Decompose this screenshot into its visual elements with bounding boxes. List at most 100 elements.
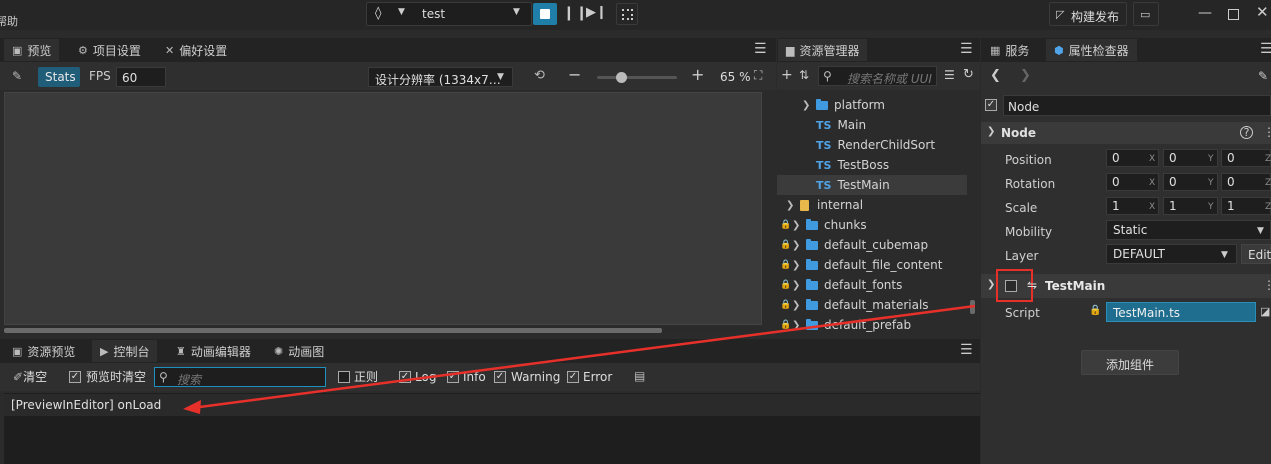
script-locate-icon[interactable]: ◪ — [1260, 306, 1270, 317]
console-menu-icon[interactable]: ☰ — [960, 343, 973, 357]
tree-item-main[interactable]: TS Main — [780, 115, 970, 135]
preview-viewport[interactable] — [4, 92, 762, 325]
chevron-down-icon[interactable]: ▼ — [398, 8, 405, 17]
zoom-in-icon[interactable]: + — [691, 67, 704, 83]
qrcode-button[interactable] — [616, 3, 638, 25]
chevron-right-icon[interactable]: ❯ — [792, 300, 806, 311]
tab-asset-preview[interactable]: ▣ 资源预览 — [4, 340, 83, 362]
warning-filter-checkbox[interactable]: ✓ — [494, 371, 506, 383]
water-drop-icon[interactable]: ◊ — [375, 7, 381, 20]
menu-help[interactable]: 帮助 — [0, 16, 18, 27]
chevron-right-icon[interactable]: ❯ — [792, 280, 806, 291]
assets-search-input[interactable]: ⚲ 搜索名称或 UUI — [818, 66, 937, 86]
chevron-down-icon[interactable]: ❯ — [987, 127, 995, 137]
folder-button[interactable]: ▭ — [1133, 2, 1159, 26]
chevron-right-icon[interactable]: ❯ — [802, 100, 816, 111]
stats-button[interactable]: Stats — [38, 67, 80, 87]
layer-edit-button[interactable]: Edit — [1241, 244, 1271, 264]
node-active-checkbox[interactable]: ✓ — [985, 99, 997, 111]
pin-icon[interactable]: ✎ — [1258, 70, 1268, 82]
help-icon[interactable]: ? — [1240, 126, 1253, 139]
tab-animation-editor[interactable]: ♜ 动画编辑器 — [168, 340, 259, 362]
edit-icon[interactable]: ✎ — [12, 70, 22, 82]
tab-animation-graph[interactable]: ✺ 动画图 — [266, 340, 332, 362]
minimize-icon[interactable]: — — [1198, 6, 1212, 20]
node-menu-icon[interactable]: ⋮ — [1263, 126, 1271, 138]
tab-project-settings[interactable]: ⚙ 项目设置 — [70, 39, 149, 61]
rotation-z-input[interactable]: 0 — [1221, 173, 1271, 191]
build-button[interactable]: ◸ 构建发布 — [1049, 2, 1127, 26]
step-icon[interactable]: ▶❙ — [586, 6, 607, 19]
chevron-down-icon[interactable]: ❯ — [987, 280, 995, 290]
axis-z-label: Z — [1265, 178, 1271, 188]
clear-on-preview-checkbox[interactable]: ✓ — [69, 371, 81, 383]
mobility-select[interactable]: Static ▼ — [1106, 220, 1271, 240]
add-asset-icon[interactable]: + — [781, 68, 793, 82]
chevron-right-icon[interactable]: ❯ — [792, 320, 806, 331]
fps-input[interactable]: 60 — [116, 67, 166, 87]
tree-item-platform[interactable]: ❯ platform — [780, 95, 970, 115]
stop-button[interactable] — [533, 3, 557, 25]
chevron-right-icon[interactable]: ❯ — [792, 220, 806, 231]
close-icon[interactable]: ✕ — [1256, 5, 1269, 20]
tree-item-internal[interactable]: ❯ internal — [780, 195, 970, 215]
scale-z-input[interactable]: 1 — [1221, 197, 1271, 215]
forward-icon[interactable]: ❯ — [1020, 69, 1031, 82]
tree-item-renderchildsort[interactable]: TS RenderChildSort — [780, 135, 970, 155]
layer-select[interactable]: DEFAULT ▼ — [1106, 244, 1237, 264]
chevron-down-icon[interactable]: ❯ — [786, 200, 800, 211]
zoom-slider[interactable] — [597, 72, 677, 83]
tab-preview[interactable]: ▣ 预览 — [4, 39, 60, 61]
pause-icon[interactable]: ❙❙ — [563, 6, 588, 20]
rotate-device-icon[interactable]: ⟲ — [534, 69, 545, 82]
zoom-slider-thumb[interactable] — [616, 72, 627, 83]
tab-inspector[interactable]: ⬢ 属性检查器 — [1046, 39, 1137, 61]
scene-select-chevron-icon[interactable]: ▼ — [513, 8, 520, 17]
copy-icon[interactable]: ▤ — [634, 370, 645, 382]
preview-menu-icon[interactable]: ☰ — [754, 42, 767, 56]
tab-assets[interactable]: ▆ 资源管理器 — [778, 39, 868, 61]
scene-select[interactable]: test — [422, 8, 445, 20]
console-search-input[interactable]: ⚲ 搜索 — [154, 367, 326, 387]
chevron-right-icon[interactable]: ❯ — [792, 260, 806, 271]
node-name-input[interactable]: Node — [1003, 95, 1271, 116]
folder-icon — [806, 318, 818, 330]
tab-services[interactable]: ▦ 服务 — [982, 39, 1037, 61]
component-title: TestMain — [1045, 279, 1106, 293]
maximize-icon[interactable] — [1228, 9, 1239, 20]
tab-console[interactable]: ▶ 控制台 — [92, 340, 158, 362]
tree-item-default-materials[interactable]: 🔒 ❯ default_materials — [780, 295, 970, 315]
clear-button[interactable]: ✐清空 — [13, 371, 47, 383]
info-filter-checkbox[interactable]: ✓ — [447, 371, 459, 383]
chevron-right-icon[interactable]: ❯ — [792, 240, 806, 251]
add-component-button[interactable]: 添加组件 — [1081, 350, 1179, 375]
error-filter-checkbox[interactable]: ✓ — [567, 371, 579, 383]
tree-item-default-fonts[interactable]: 🔒 ❯ default_fonts — [780, 275, 970, 295]
inspector-menu-icon[interactable]: ☰ — [1260, 42, 1271, 56]
preview-h-scrollbar-thumb[interactable] — [4, 328, 662, 333]
regex-checkbox[interactable] — [338, 371, 350, 383]
collapse-all-icon[interactable]: ☰ — [944, 69, 955, 81]
resolution-select[interactable]: 设计分辨率 (1334x7… ▼ — [368, 67, 513, 87]
tree-item-testmain[interactable]: TS TestMain — [780, 175, 970, 195]
log-filter-checkbox[interactable]: ✓ — [399, 371, 411, 383]
assets-menu-icon[interactable]: ☰ — [960, 42, 973, 56]
back-icon[interactable]: ❮ — [990, 69, 1001, 82]
position-z-input[interactable]: 0 — [1221, 149, 1271, 167]
fit-screen-icon[interactable]: ⛶ — [754, 69, 762, 81]
sort-icon[interactable]: ⇅ — [799, 69, 809, 81]
tree-item-default-prefab[interactable]: 🔒 ❯ default_prefab — [780, 315, 970, 335]
component-menu-icon[interactable]: ⋮ — [1263, 279, 1271, 291]
tree-item-default-cubemap[interactable]: 🔒 ❯ default_cubemap — [780, 235, 970, 255]
fps-label: FPS — [89, 69, 111, 83]
tree-item-default-file-content[interactable]: 🔒 ❯ default_file_content — [780, 255, 970, 275]
assets-v-scrollbar-thumb[interactable] — [970, 300, 975, 314]
lock-icon: 🔒 — [780, 220, 792, 230]
refresh-icon[interactable]: ↻ — [963, 68, 974, 81]
preview-h-scrollbar[interactable] — [4, 327, 762, 333]
zoom-out-icon[interactable]: − — [568, 67, 581, 83]
tree-item-chunks[interactable]: 🔒 ❯ chunks — [780, 215, 970, 235]
tab-preferences[interactable]: ✕ 偏好设置 — [157, 39, 235, 61]
tree-item-testboss[interactable]: TS TestBoss — [780, 155, 970, 175]
script-field[interactable]: TestMain.ts — [1106, 302, 1256, 322]
